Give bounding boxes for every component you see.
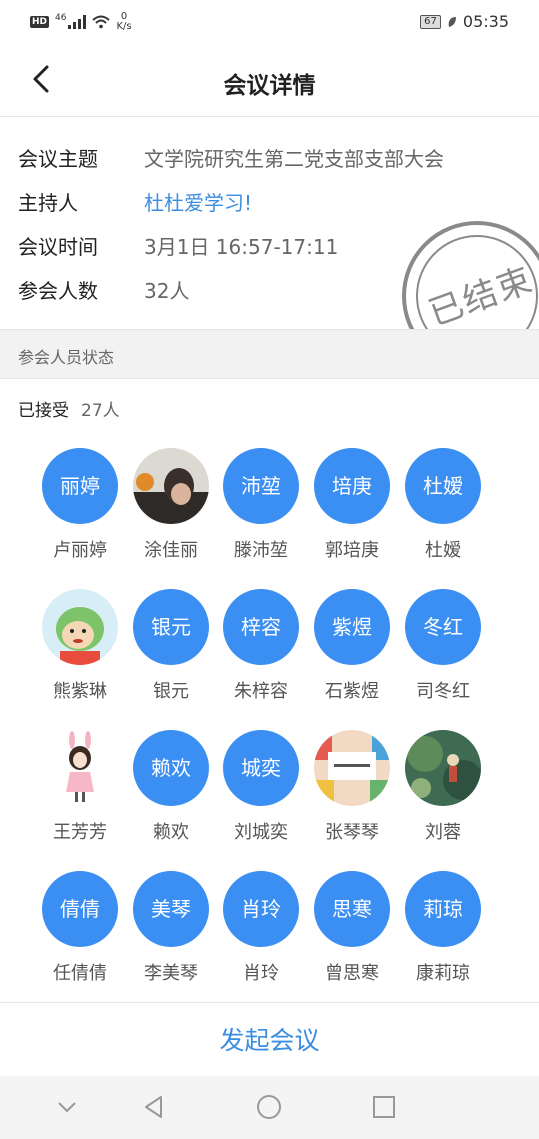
avatar: 美琴 bbox=[133, 871, 209, 947]
participant-item[interactable]: 丽婷 卢丽婷 bbox=[35, 448, 125, 562]
participant-name: 肖玲 bbox=[243, 963, 279, 984]
participant-name: 涂佳丽 bbox=[144, 540, 198, 561]
participant-name: 赖欢 bbox=[153, 822, 189, 843]
participant-item[interactable]: 美琴 李美琴 bbox=[126, 871, 216, 985]
participant-item[interactable]: 沛堃 滕沛堃 bbox=[216, 448, 306, 562]
avatar: 沛堃 bbox=[223, 448, 299, 524]
participant-name: 银元 bbox=[153, 681, 189, 702]
participant-name: 王芳芳 bbox=[53, 822, 107, 843]
avatar bbox=[405, 730, 481, 806]
avatar bbox=[42, 589, 118, 665]
participant-item[interactable]: 城奕 刘城奕 bbox=[216, 730, 306, 844]
count-row: 参会人数 32人 bbox=[18, 275, 189, 304]
net-speed: 0 K/s bbox=[116, 11, 132, 32]
status-bar: HD 46 0 K/s 67 05:35 bbox=[0, 0, 539, 44]
avatar: 梓容 bbox=[223, 589, 299, 665]
participant-item[interactable]: 培庚 郭培庚 bbox=[307, 448, 397, 562]
leaf-icon bbox=[448, 16, 456, 27]
participant-name: 刘城奕 bbox=[234, 822, 288, 843]
topic-value: 文学院研究生第二党支部支部大会 bbox=[144, 147, 444, 171]
chevron-down-icon[interactable] bbox=[52, 1092, 82, 1122]
system-nav-bar bbox=[0, 1076, 539, 1139]
participant-name: 杜嫒 bbox=[425, 540, 461, 561]
nav-back-icon[interactable] bbox=[139, 1092, 169, 1122]
avatar: 杜嫒 bbox=[405, 448, 481, 524]
participant-item[interactable]: 银元 银元 bbox=[126, 589, 216, 703]
participant-name: 卢丽婷 bbox=[53, 540, 107, 561]
participant-name: 石紫煜 bbox=[325, 681, 379, 702]
host-row: 主持人 杜杜爱学习! bbox=[18, 187, 252, 216]
participant-name: 康莉琼 bbox=[416, 963, 470, 984]
avatar bbox=[42, 730, 118, 806]
participant-item[interactable]: 倩倩 任倩倩 bbox=[35, 871, 125, 985]
participant-item[interactable]: 梓容 朱梓容 bbox=[216, 589, 306, 703]
topic-row: 会议主题 文学院研究生第二党支部支部大会 bbox=[18, 143, 444, 172]
clock: 05:35 bbox=[462, 12, 509, 31]
page-title: 会议详情 bbox=[223, 73, 316, 99]
accepted-label: 已接受 bbox=[18, 401, 69, 421]
participant-name: 郭培庚 bbox=[325, 540, 379, 561]
avatar: 倩倩 bbox=[42, 871, 118, 947]
accepted-summary: 已接受 27人 bbox=[18, 396, 120, 421]
topic-label: 会议主题 bbox=[18, 147, 98, 171]
host-link[interactable]: 杜杜爱学习! bbox=[144, 187, 252, 216]
avatar bbox=[133, 448, 209, 524]
participant-name: 熊紫琳 bbox=[53, 681, 107, 702]
avatar: 思寒 bbox=[314, 871, 390, 947]
participant-item[interactable]: 肖玲 肖玲 bbox=[216, 871, 306, 985]
participant-item[interactable]: 莉琼 康莉琼 bbox=[398, 871, 488, 985]
count-label: 参会人数 bbox=[18, 279, 98, 303]
network-type: 46 bbox=[55, 13, 67, 23]
avatar: 肖玲 bbox=[223, 871, 299, 947]
start-meeting-button[interactable]: 发起会议 bbox=[0, 1002, 539, 1077]
participant-name: 滕沛堃 bbox=[234, 540, 288, 561]
participant-name: 朱梓容 bbox=[234, 681, 288, 702]
time-value: 3月1日 16:57-17:11 bbox=[144, 235, 339, 259]
participant-item[interactable]: 涂佳丽 bbox=[126, 448, 216, 562]
hd-badge: HD bbox=[30, 16, 50, 28]
ended-stamp: 已结束 bbox=[402, 221, 539, 329]
avatar: 莉琼 bbox=[405, 871, 481, 947]
wifi-icon bbox=[92, 15, 111, 29]
participant-name: 刘蓉 bbox=[425, 822, 461, 843]
avatar: 冬红 bbox=[405, 589, 481, 665]
accepted-count: 27人 bbox=[81, 401, 120, 421]
participant-item[interactable]: 张琴琴 bbox=[307, 730, 397, 844]
avatar: 培庚 bbox=[314, 448, 390, 524]
participant-item[interactable]: 思寒 曾思寒 bbox=[307, 871, 397, 985]
participant-item[interactable]: 杜嫒 杜嫒 bbox=[398, 448, 488, 562]
avatar: 银元 bbox=[133, 589, 209, 665]
count-value: 32人 bbox=[144, 279, 190, 303]
avatar: 丽婷 bbox=[42, 448, 118, 524]
participant-item[interactable]: 刘蓉 bbox=[398, 730, 488, 844]
avatar bbox=[314, 730, 390, 806]
participant-name: 张琴琴 bbox=[325, 822, 379, 843]
participant-item[interactable]: 赖欢 赖欢 bbox=[126, 730, 216, 844]
start-meeting-label: 发起会议 bbox=[219, 1026, 320, 1055]
avatar: 城奕 bbox=[223, 730, 299, 806]
time-row: 会议时间 3月1日 16:57-17:11 bbox=[18, 231, 338, 260]
participant-item[interactable]: 冬红 司冬红 bbox=[398, 589, 488, 703]
battery-icon: 67 bbox=[420, 14, 441, 29]
signal-icon bbox=[68, 15, 87, 29]
nav-home-icon[interactable] bbox=[254, 1092, 284, 1122]
participant-name: 曾思寒 bbox=[325, 963, 379, 984]
participant-name: 司冬红 bbox=[416, 681, 470, 702]
participant-item[interactable]: 紫煜 石紫煜 bbox=[307, 589, 397, 703]
avatar: 紫煜 bbox=[314, 589, 390, 665]
nav-recent-icon[interactable] bbox=[369, 1092, 399, 1122]
host-label: 主持人 bbox=[18, 191, 78, 215]
participant-item[interactable]: 熊紫琳 bbox=[35, 589, 125, 703]
participant-item[interactable]: 王芳芳 bbox=[35, 730, 125, 844]
section-header: 参会人员状态 bbox=[0, 329, 539, 379]
meeting-info: 会议主题 文学院研究生第二党支部支部大会 主持人 杜杜爱学习! 会议时间 3月1… bbox=[0, 117, 539, 329]
section-title: 参会人员状态 bbox=[18, 348, 115, 367]
participant-name: 任倩倩 bbox=[53, 963, 107, 984]
time-label: 会议时间 bbox=[18, 235, 98, 259]
avatar: 赖欢 bbox=[133, 730, 209, 806]
header: 会议详情 bbox=[0, 44, 539, 117]
participant-name: 李美琴 bbox=[144, 963, 198, 984]
